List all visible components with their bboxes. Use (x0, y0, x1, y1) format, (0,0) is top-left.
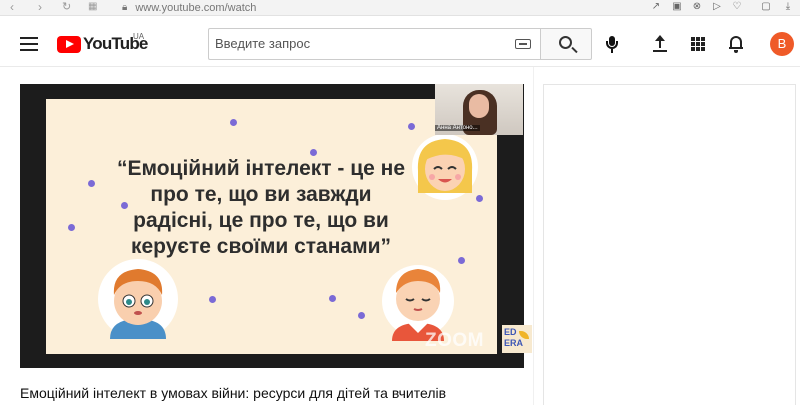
girl-illustration (412, 134, 478, 200)
heart-icon[interactable]: ♡ (731, 1, 743, 13)
avatar[interactable]: B (770, 32, 794, 56)
edera-logo-bottom: ERA (504, 338, 524, 348)
search-placeholder: Введите запрос (215, 36, 311, 51)
decor-dot (230, 119, 237, 126)
column-divider (533, 67, 534, 405)
side-panel (543, 84, 796, 405)
decor-dot (88, 180, 95, 187)
camera-icon[interactable]: ▣ (671, 1, 683, 13)
upload-icon[interactable] (653, 35, 667, 53)
country-code: UA (133, 32, 145, 41)
decor-dot (358, 312, 365, 319)
url-text[interactable]: www.youtube.com/watch (135, 2, 256, 14)
search-button[interactable] (540, 28, 592, 60)
share-icon[interactable]: ↗ (650, 1, 662, 13)
youtube-header: YouTube UA Введите запрос B (0, 16, 800, 72)
chevron-right-icon[interactable]: › (38, 0, 42, 14)
decor-dot (310, 149, 317, 156)
slide-quote: “Емоційний інтелект - це не про те, що в… (116, 157, 406, 258)
search-icon (559, 36, 572, 49)
play-icon (57, 35, 81, 53)
close-circle-icon[interactable]: ⊗ (691, 1, 703, 13)
box-icon[interactable]: ▢ (760, 1, 772, 13)
presentation-slide: “Емоційний інтелект - це не про те, що в… (46, 99, 497, 354)
edera-logo: ED ERA (502, 325, 532, 353)
keyboard-icon[interactable] (515, 39, 531, 49)
decor-dot (329, 295, 336, 302)
chevron-left-icon[interactable]: ‹ (10, 0, 14, 14)
send-icon[interactable]: ▷ (711, 1, 723, 13)
edera-logo-top: ED (504, 327, 517, 337)
decor-dot (408, 123, 415, 130)
download-icon[interactable]: ⤓ (782, 1, 794, 13)
video-player[interactable]: “Емоційний інтелект - це не про те, що в… (20, 84, 532, 368)
header-divider (0, 66, 800, 67)
lock-icon: 🔒︎ (122, 2, 128, 13)
search-input[interactable]: Введите запрос (208, 28, 541, 60)
apps-icon[interactable] (691, 37, 705, 51)
microphone-icon[interactable] (606, 36, 618, 54)
browser-toolbar: ‹ › ↻ ▦ 🔒︎ www.youtube.com/watch ↗ ▣ ⊗ ▷… (0, 0, 800, 16)
participant-name: Анна Антоно... (435, 125, 480, 131)
reload-icon[interactable]: ↻ (62, 0, 71, 14)
address-bar[interactable]: 🔒︎ www.youtube.com/watch (122, 0, 256, 15)
zoom-watermark: ZOOM (425, 330, 484, 351)
boy-illustration (98, 259, 178, 339)
tabs-grid-icon[interactable]: ▦ (88, 0, 97, 14)
participant-webcam: Анна Антоно... (435, 84, 523, 135)
decor-dot (68, 224, 75, 231)
video-title: Емоційний інтелект в умовах війни: ресур… (20, 385, 447, 401)
decor-dot (458, 257, 465, 264)
decor-dot (209, 296, 216, 303)
boy-illustration (382, 265, 454, 341)
menu-icon[interactable] (20, 37, 38, 51)
notifications-icon[interactable] (729, 35, 743, 53)
